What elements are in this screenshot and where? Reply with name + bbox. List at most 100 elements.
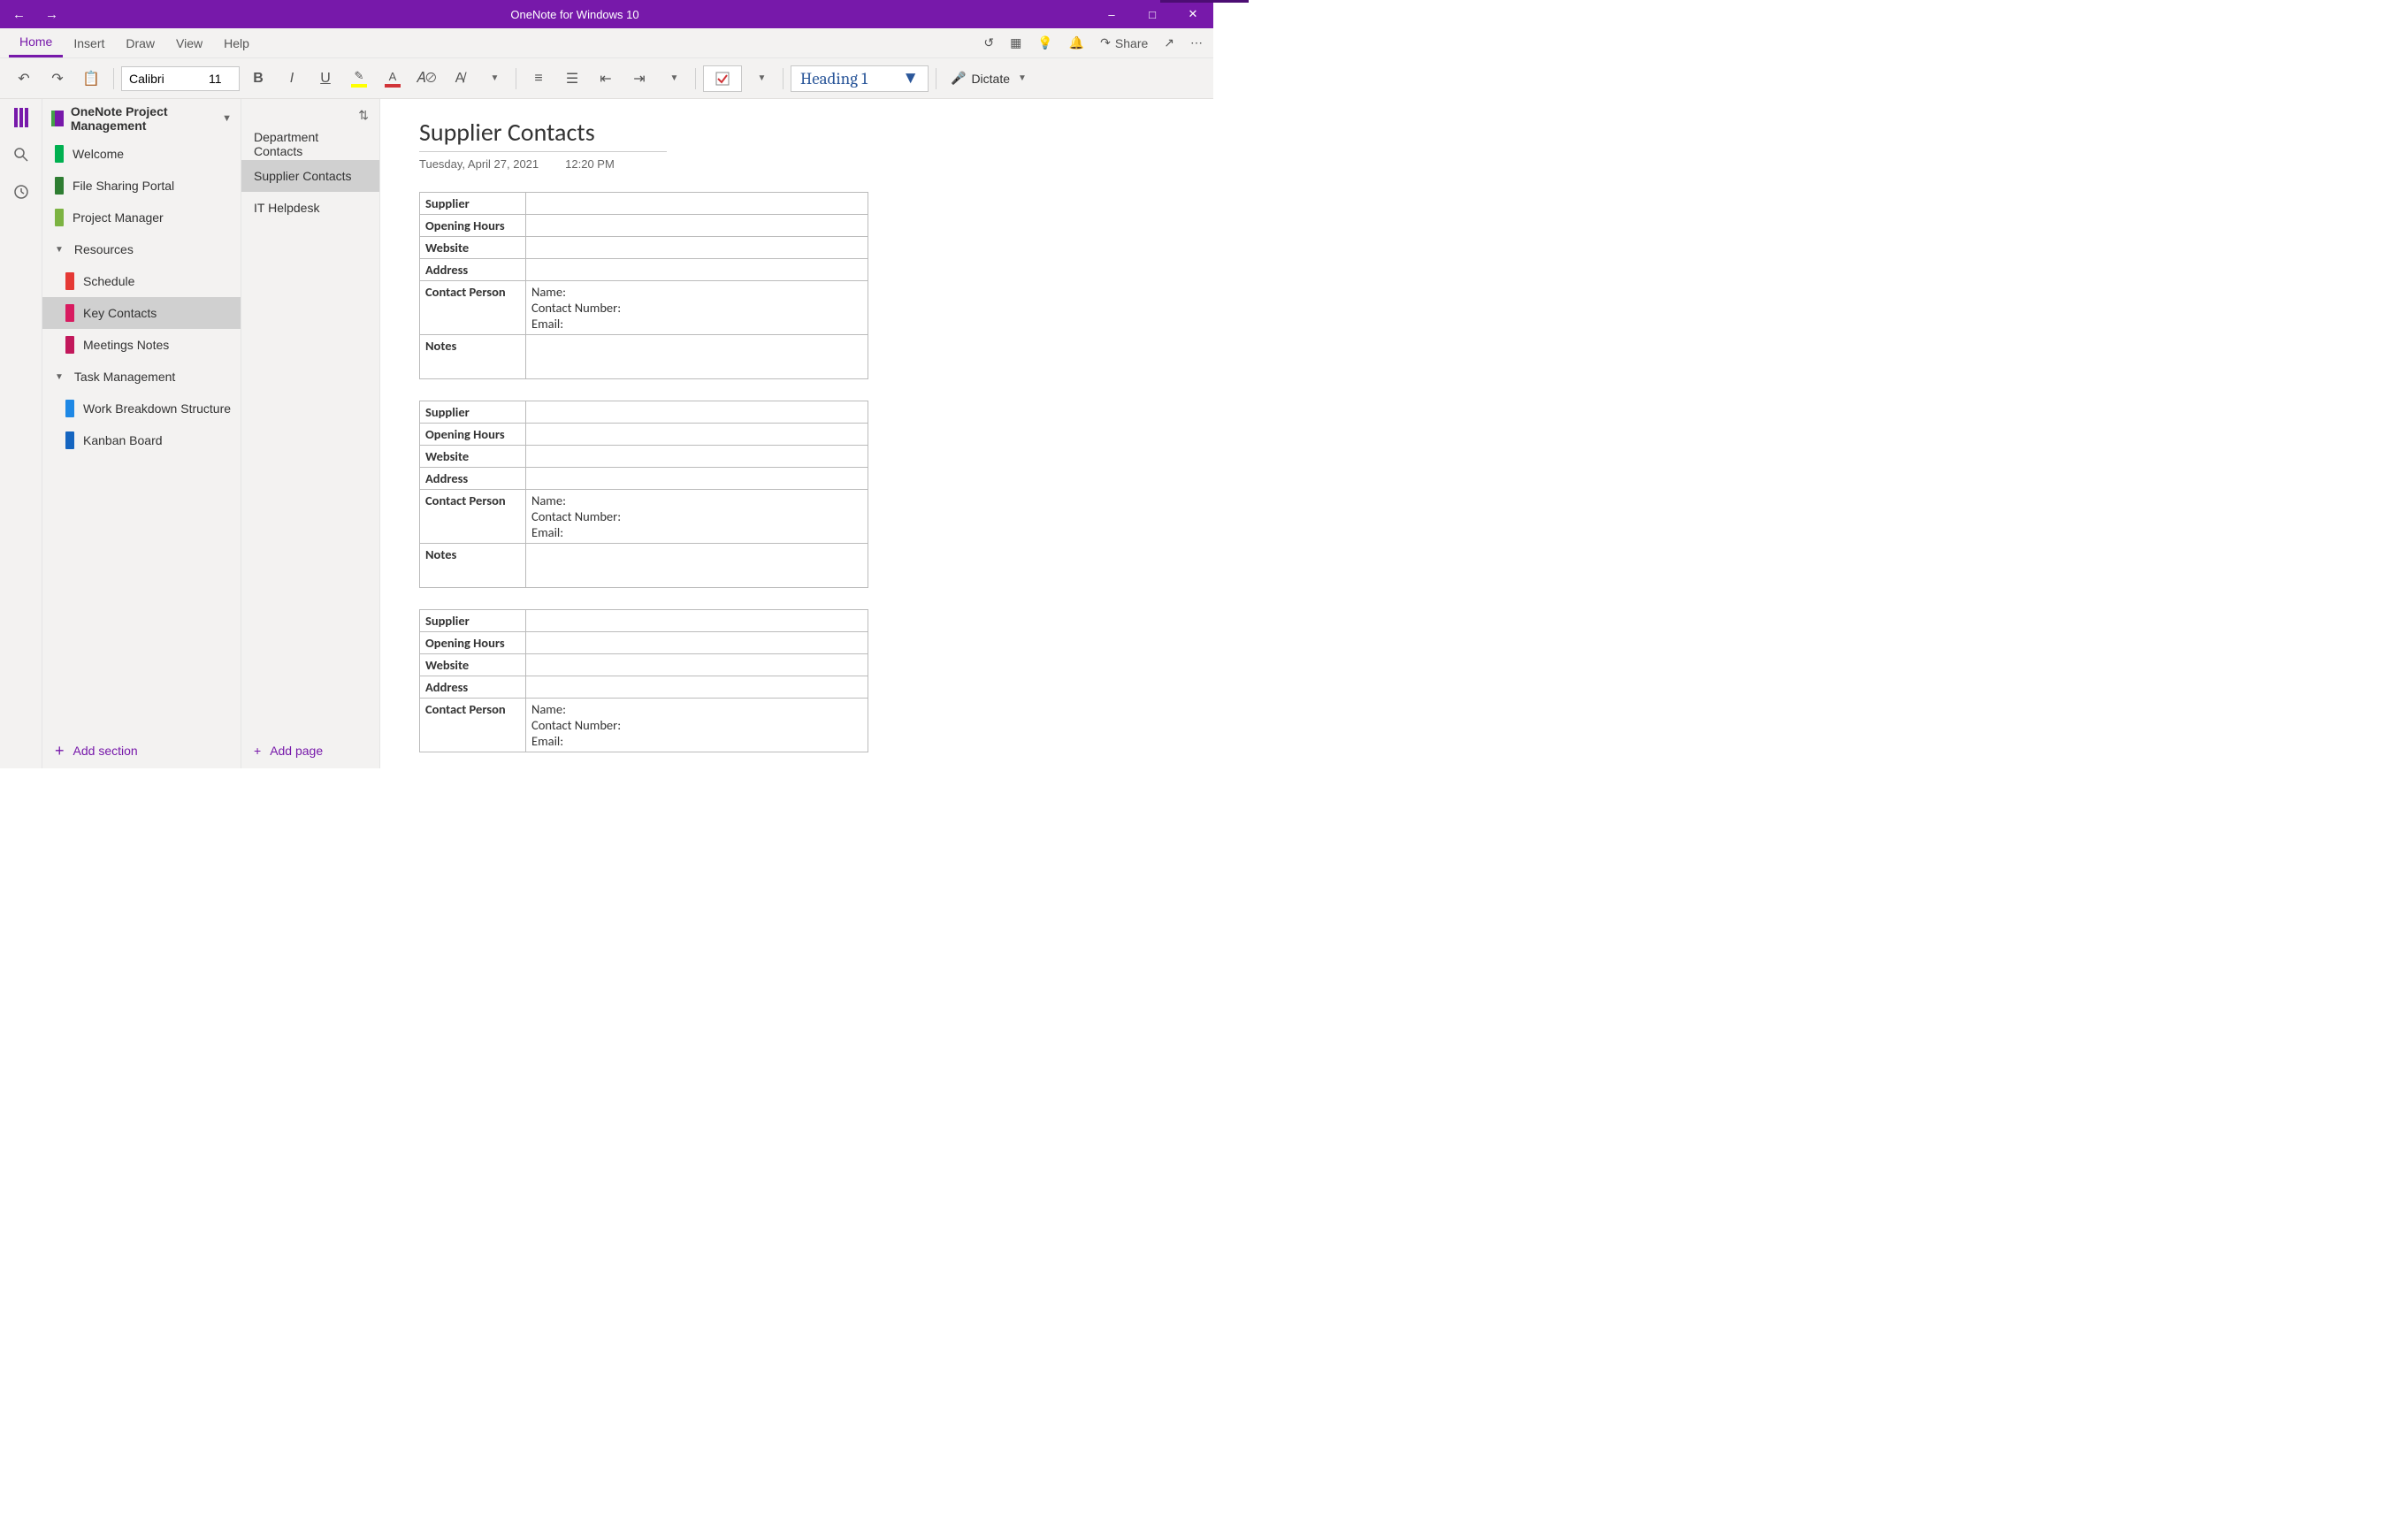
cell-contact[interactable]: Name: Contact Number: Email: xyxy=(526,490,868,544)
section-group-resources[interactable]: ▼ Resources xyxy=(42,233,241,265)
section-schedule[interactable]: Schedule xyxy=(42,265,241,297)
add-section-button[interactable]: + Add section xyxy=(42,733,241,768)
cell-value[interactable] xyxy=(526,446,868,468)
cell-label[interactable]: Notes xyxy=(420,544,526,588)
outdent-button[interactable]: ⇤ xyxy=(591,64,621,94)
cell-label[interactable]: Supplier xyxy=(420,610,526,632)
maximize-button[interactable]: □ xyxy=(1132,0,1173,28)
indent-button[interactable]: ⇥ xyxy=(624,64,654,94)
numbering-button[interactable]: ☰ xyxy=(557,64,587,94)
bullets-button[interactable]: ≡ xyxy=(524,64,554,94)
section-wbs[interactable]: Work Breakdown Structure xyxy=(42,393,241,424)
notebooks-icon[interactable] xyxy=(11,108,31,127)
cell-label[interactable]: Supplier xyxy=(420,193,526,215)
more-paragraph-button[interactable]: ▼ xyxy=(658,64,688,94)
font-color-button[interactable]: A xyxy=(378,64,408,94)
clear-formatting-button[interactable]: 𝐴⊘ xyxy=(411,64,441,94)
fullscreen-icon[interactable]: ↗ xyxy=(1164,35,1174,50)
tab-insert[interactable]: Insert xyxy=(63,28,115,57)
search-icon[interactable] xyxy=(11,145,31,164)
supplier-table[interactable]: Supplier Opening Hours Website Address C… xyxy=(419,192,868,379)
cell-value[interactable] xyxy=(526,237,868,259)
cell-label[interactable]: Address xyxy=(420,259,526,281)
page-title[interactable]: Supplier Contacts xyxy=(419,117,1174,148)
back-button[interactable]: ← xyxy=(12,7,26,22)
cell-value[interactable] xyxy=(526,335,868,379)
section-key-contacts[interactable]: Key Contacts xyxy=(42,297,241,329)
cell-label[interactable]: Notes xyxy=(420,335,526,379)
page-time[interactable]: 12:20 PM xyxy=(565,157,615,171)
lightbulb-icon[interactable]: 💡 xyxy=(1037,35,1052,50)
cell-label[interactable]: Contact Person xyxy=(420,490,526,544)
font-name-input[interactable] xyxy=(122,67,202,90)
cell-label[interactable]: Contact Person xyxy=(420,699,526,752)
cell-value[interactable] xyxy=(526,215,868,237)
cell-label[interactable]: Address xyxy=(420,468,526,490)
undo-button[interactable]: ↶ xyxy=(9,64,39,94)
notebook-selector[interactable]: OneNote Project Management ▼ xyxy=(42,99,241,138)
section-welcome[interactable]: Welcome xyxy=(42,138,241,170)
cell-label[interactable]: Website xyxy=(420,237,526,259)
add-page-button[interactable]: + Add page xyxy=(241,733,379,768)
share-button[interactable]: ↷ Share xyxy=(1100,35,1148,50)
todo-tag-button[interactable] xyxy=(703,65,742,92)
more-icon[interactable]: ⋯ xyxy=(1190,35,1203,50)
cell-label[interactable]: Contact Person xyxy=(420,281,526,335)
section-group-task-management[interactable]: ▼ Task Management xyxy=(42,361,241,393)
page-department-contacts[interactable]: Department Contacts xyxy=(241,128,379,160)
cell-label[interactable]: Website xyxy=(420,446,526,468)
tab-view[interactable]: View xyxy=(165,28,213,57)
font-size-input[interactable] xyxy=(202,67,239,90)
bell-icon[interactable]: 🔔 xyxy=(1069,35,1084,50)
close-button[interactable]: ✕ xyxy=(1173,0,1213,28)
cell-value[interactable] xyxy=(526,259,868,281)
clipboard-button[interactable]: 📋 xyxy=(76,64,106,94)
cell-value[interactable] xyxy=(526,193,868,215)
section-file-sharing[interactable]: File Sharing Portal xyxy=(42,170,241,202)
underline-button[interactable]: U xyxy=(310,64,340,94)
cell-value[interactable] xyxy=(526,676,868,699)
supplier-table[interactable]: Supplier Opening Hours Website Address C… xyxy=(419,609,868,752)
supplier-table[interactable]: Supplier Opening Hours Website Address C… xyxy=(419,401,868,588)
recent-icon[interactable] xyxy=(11,182,31,202)
forward-button[interactable]: → xyxy=(45,7,58,22)
section-project-manager[interactable]: Project Manager xyxy=(42,202,241,233)
cell-value[interactable] xyxy=(526,468,868,490)
sort-pages-icon[interactable]: ⇅ xyxy=(358,108,369,123)
redo-button[interactable]: ↷ xyxy=(42,64,73,94)
minimize-button[interactable]: – xyxy=(1091,0,1132,28)
section-kanban[interactable]: Kanban Board xyxy=(42,424,241,456)
cell-label[interactable]: Opening Hours xyxy=(420,424,526,446)
format-painter-button[interactable]: A̸ xyxy=(445,64,475,94)
cell-label[interactable]: Website xyxy=(420,654,526,676)
cell-label[interactable]: Address xyxy=(420,676,526,699)
font-selector[interactable] xyxy=(121,66,240,91)
dictate-button[interactable]: 🎤 Dictate ▼ xyxy=(944,71,1034,86)
cell-label[interactable]: Opening Hours xyxy=(420,215,526,237)
page-date[interactable]: Tuesday, April 27, 2021 xyxy=(419,157,539,171)
italic-button[interactable]: I xyxy=(277,64,307,94)
tab-home[interactable]: Home xyxy=(9,28,63,57)
cell-contact[interactable]: Name: Contact Number: Email: xyxy=(526,281,868,335)
style-selector[interactable]: Heading 1 ▼ xyxy=(791,65,929,92)
cell-value[interactable] xyxy=(526,610,868,632)
more-font-button[interactable]: ▼ xyxy=(478,64,508,94)
cell-value[interactable] xyxy=(526,424,868,446)
tags-dropdown[interactable]: ▼ xyxy=(745,64,776,94)
cell-label[interactable]: Opening Hours xyxy=(420,632,526,654)
cell-contact[interactable]: Name: Contact Number: Email: xyxy=(526,699,868,752)
sync-icon[interactable]: ↺ xyxy=(983,35,994,50)
bold-button[interactable]: B xyxy=(243,64,273,94)
tab-help[interactable]: Help xyxy=(213,28,260,57)
cell-label[interactable]: Supplier xyxy=(420,401,526,424)
cell-value[interactable] xyxy=(526,544,868,588)
page-canvas[interactable]: Supplier Contacts Tuesday, April 27, 202… xyxy=(380,99,1213,768)
cell-value[interactable] xyxy=(526,654,868,676)
highlight-button[interactable]: ✎ xyxy=(344,64,374,94)
cell-value[interactable] xyxy=(526,632,868,654)
cell-value[interactable] xyxy=(526,401,868,424)
page-it-helpdesk[interactable]: IT Helpdesk xyxy=(241,192,379,224)
tab-draw[interactable]: Draw xyxy=(115,28,165,57)
section-meetings-notes[interactable]: Meetings Notes xyxy=(42,329,241,361)
page-supplier-contacts[interactable]: Supplier Contacts xyxy=(241,160,379,192)
